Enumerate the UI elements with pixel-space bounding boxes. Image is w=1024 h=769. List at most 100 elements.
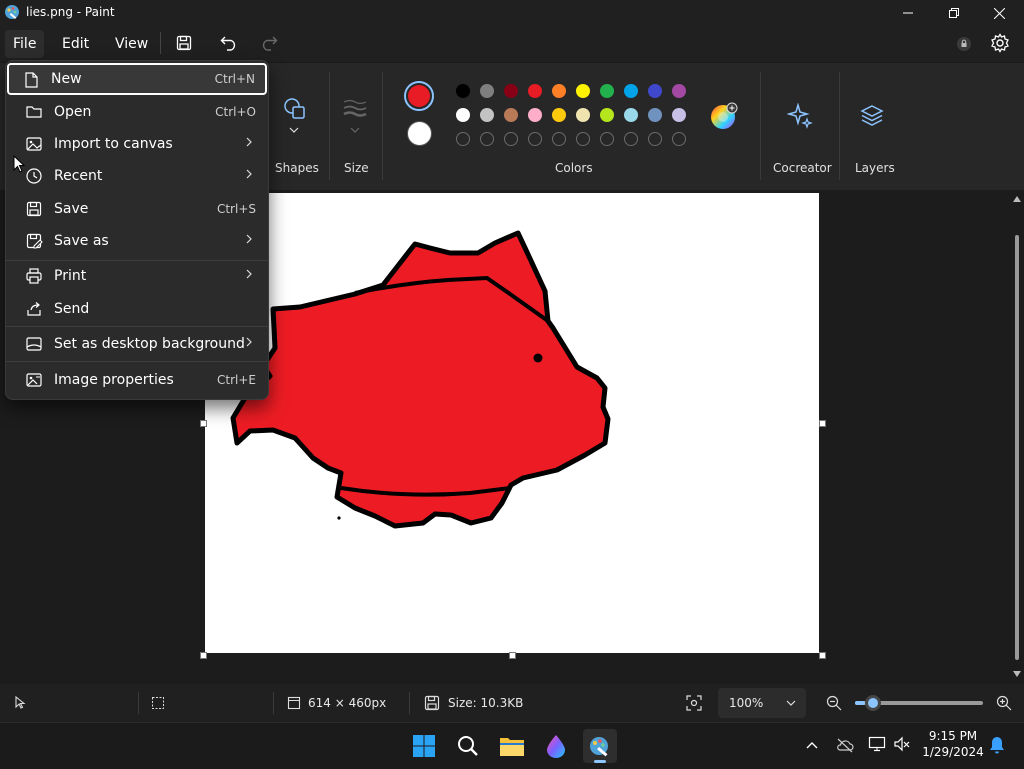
shapes-chevron-down-icon[interactable] (289, 127, 299, 133)
scrollbar-thumb[interactable] (1015, 235, 1019, 660)
undo-icon[interactable] (214, 30, 244, 56)
resize-handle-bottom-left[interactable] (200, 652, 207, 659)
import-image-icon (25, 135, 43, 153)
zoom-slider-thumb[interactable] (865, 695, 881, 711)
palette-swatch[interactable] (600, 108, 614, 122)
custom-color-slot[interactable] (552, 132, 566, 146)
custom-color-slot[interactable] (528, 132, 542, 146)
menu-item-import-to-canvas[interactable]: Import to canvas (12, 129, 266, 159)
menu-item-new[interactable]: New Ctrl+N (7, 63, 267, 95)
menu-item-shortcut: Ctrl+S (216, 202, 256, 216)
zoom-slider-track[interactable] (855, 695, 983, 711)
chevron-right-icon (246, 337, 252, 347)
menu-item-save[interactable]: Save Ctrl+S (12, 194, 266, 224)
save-icon[interactable] (169, 30, 199, 56)
menu-item-image-properties[interactable]: Image properties Ctrl+E (12, 365, 266, 395)
file-menu[interactable]: File (5, 30, 45, 58)
palette-swatch[interactable] (504, 108, 518, 122)
secondary-color-swatch[interactable] (407, 121, 432, 146)
clock-icon (25, 167, 43, 185)
resize-handle-bottom[interactable] (509, 652, 516, 659)
redo-icon[interactable] (254, 30, 284, 56)
notification-bell-icon[interactable] (988, 735, 1006, 755)
mouse-cursor-icon (13, 155, 25, 173)
palette-swatch[interactable] (672, 84, 686, 98)
brush-size-icon[interactable] (342, 98, 368, 118)
palette-swatch[interactable] (552, 84, 566, 98)
custom-color-slot[interactable] (576, 132, 590, 146)
volume-muted-icon[interactable] (893, 736, 911, 752)
cocreator-sparkle-icon[interactable] (787, 103, 813, 129)
palette-swatch[interactable] (456, 108, 470, 122)
custom-color-slot[interactable] (648, 132, 662, 146)
settings-gear-icon[interactable] (990, 33, 1010, 53)
custom-color-slot[interactable] (504, 132, 518, 146)
menu-divider (160, 32, 161, 54)
close-button[interactable] (976, 0, 1022, 26)
palette-swatch[interactable] (648, 84, 662, 98)
palette-swatch[interactable] (480, 108, 494, 122)
search-icon[interactable] (451, 729, 485, 763)
resize-handle-left[interactable] (200, 420, 207, 427)
zoom-out-icon[interactable] (826, 695, 842, 711)
ribbon-divider (839, 72, 840, 180)
palette-swatch[interactable] (648, 108, 662, 122)
menu-item-save-as[interactable]: Save as (12, 226, 266, 256)
menu-item-label: Import to canvas (54, 136, 173, 152)
palette-swatch[interactable] (480, 84, 494, 98)
browser-app-icon[interactable] (539, 729, 573, 763)
palette-swatch[interactable] (576, 108, 590, 122)
zoom-dropdown[interactable]: 100% (718, 688, 806, 718)
paint-taskbar-icon[interactable] (583, 729, 617, 763)
minimize-button[interactable] (885, 0, 931, 26)
size-chevron-down-icon[interactable] (350, 127, 360, 133)
resize-handle-bottom-right[interactable] (819, 652, 826, 659)
menu-item-recent[interactable]: Recent (12, 161, 266, 191)
edit-colors-icon[interactable] (709, 101, 739, 131)
palette-swatch[interactable] (504, 84, 518, 98)
restore-button[interactable] (931, 0, 977, 26)
palette-swatch[interactable] (624, 84, 638, 98)
account-icon[interactable] (956, 36, 972, 52)
palette-swatch[interactable] (672, 108, 686, 122)
custom-color-slot[interactable] (672, 132, 686, 146)
primary-color-selector[interactable] (404, 81, 434, 111)
palette-swatch[interactable] (528, 84, 542, 98)
palette-swatch[interactable] (576, 84, 590, 98)
vertical-scrollbar[interactable] (1012, 195, 1022, 680)
palette-swatch[interactable] (624, 108, 638, 122)
menu-bar: File Edit View (0, 26, 1024, 60)
view-menu[interactable]: View (107, 30, 156, 58)
palette-swatch[interactable] (528, 108, 542, 122)
shapes-icon[interactable] (282, 96, 308, 122)
custom-color-slot[interactable] (456, 132, 470, 146)
resize-handle-right[interactable] (819, 420, 826, 427)
menu-item-send[interactable]: Send (12, 294, 266, 324)
windows-start-icon[interactable] (407, 729, 441, 763)
menu-item-set-as-desktop-background[interactable]: Set as desktop background (12, 329, 266, 359)
file-explorer-icon[interactable] (495, 729, 529, 763)
custom-color-slot[interactable] (480, 132, 494, 146)
custom-color-slot[interactable] (624, 132, 638, 146)
layers-icon[interactable] (859, 103, 885, 129)
menu-item-open[interactable]: Open Ctrl+O (12, 97, 266, 127)
network-display-icon[interactable] (868, 736, 886, 752)
canvas-size-icon (287, 696, 301, 710)
menu-item-label: Save (54, 201, 89, 217)
palette-swatch[interactable] (456, 84, 470, 98)
menu-item-print[interactable]: Print (12, 261, 266, 291)
palette-swatch[interactable] (600, 84, 614, 98)
fit-to-window-icon[interactable] (685, 694, 703, 712)
menu-item-label: New (51, 71, 82, 87)
chevron-up-icon[interactable] (806, 741, 818, 749)
palette-swatch[interactable] (552, 108, 566, 122)
drawing-canvas[interactable] (205, 193, 819, 653)
save-as-icon (25, 232, 43, 250)
title-bar: lies.png - Paint (0, 0, 1024, 26)
custom-color-slot[interactable] (600, 132, 614, 146)
menu-item-label: Recent (54, 168, 103, 184)
system-clock[interactable]: 9:15 PM 1/29/2024 (920, 728, 986, 760)
onedrive-offline-icon[interactable] (836, 737, 854, 753)
edit-menu[interactable]: Edit (54, 30, 97, 58)
zoom-in-icon[interactable] (996, 695, 1012, 711)
